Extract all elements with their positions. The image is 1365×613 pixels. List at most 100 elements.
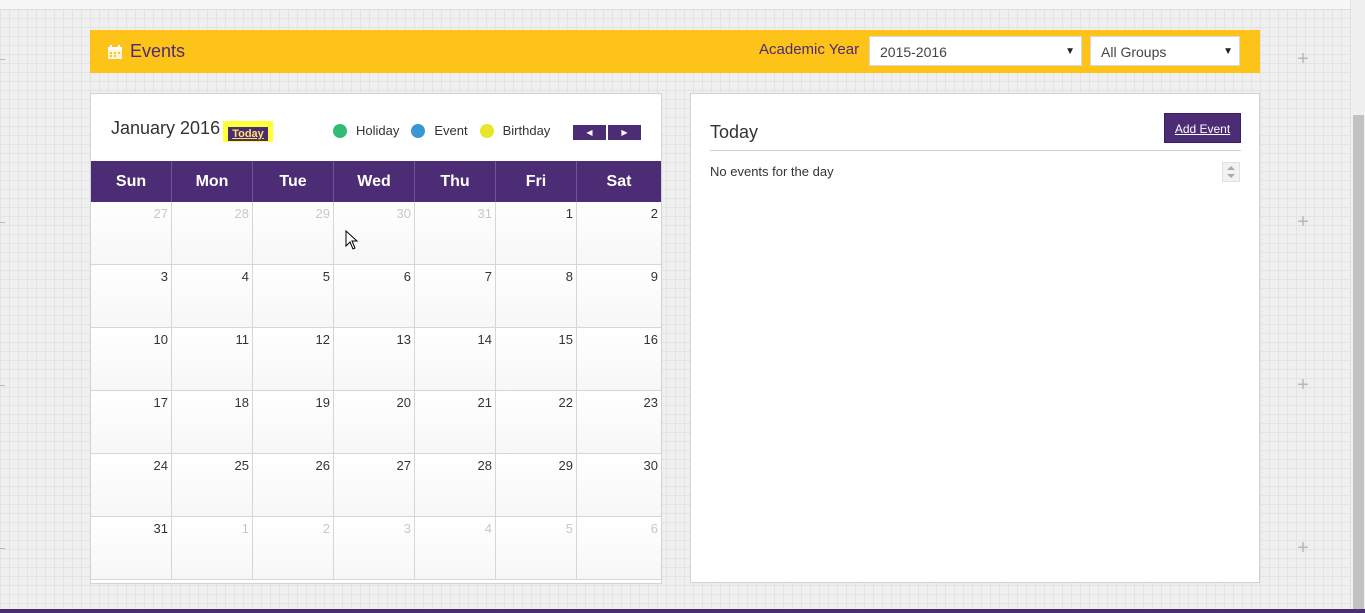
group-value: All Groups bbox=[1101, 44, 1167, 60]
legend-item: Birthday bbox=[479, 123, 550, 138]
bottom-edge bbox=[0, 609, 1365, 613]
calendar-day-other-month[interactable]: 4 bbox=[415, 517, 496, 579]
divider bbox=[710, 150, 1241, 151]
academic-year-select[interactable]: 2015-2016 ▼ bbox=[869, 36, 1082, 66]
event-legend: Holiday Event Birthday bbox=[333, 123, 562, 138]
spinner-down-icon[interactable] bbox=[1227, 174, 1235, 178]
calendar-day[interactable]: 23 bbox=[577, 391, 661, 453]
group-select[interactable]: All Groups ▼ bbox=[1090, 36, 1240, 66]
legend-dot-icon bbox=[411, 123, 426, 138]
calendar-day[interactable]: 25 bbox=[172, 454, 253, 516]
weekday-header: Mon bbox=[172, 161, 253, 202]
calendar-week-row: 31 1 2 3 4 5 6 bbox=[91, 517, 661, 580]
legend-label: Holiday bbox=[356, 123, 400, 138]
calendar-day[interactable]: 5 bbox=[253, 265, 334, 327]
calendar-day[interactable]: 21 bbox=[415, 391, 496, 453]
calendar-day-other-month[interactable]: 1 bbox=[172, 517, 253, 579]
legend-item: Holiday bbox=[333, 123, 399, 138]
calendar-day[interactable]: 12 bbox=[253, 328, 334, 390]
calendar-day[interactable]: 27 bbox=[334, 454, 415, 516]
calendar-day-other-month[interactable]: 28 bbox=[172, 202, 253, 264]
calendar-week-row: 3456789 bbox=[91, 265, 661, 328]
calendar-day[interactable]: 18 bbox=[172, 391, 253, 453]
legend-label: Event bbox=[434, 123, 468, 138]
calendar-day[interactable]: 28 bbox=[415, 454, 496, 516]
calendar-day[interactable]: 2 bbox=[577, 202, 661, 264]
calendar-day[interactable]: 24 bbox=[91, 454, 172, 516]
weekday-header: Sat bbox=[606, 173, 632, 190]
dropdown-caret-icon: ▼ bbox=[1065, 46, 1075, 57]
calendar-day[interactable]: 6 bbox=[334, 265, 415, 327]
calendar-day[interactable]: 16 bbox=[577, 328, 661, 390]
calendar-day[interactable]: 14 bbox=[415, 328, 496, 390]
top-edge bbox=[0, 0, 1350, 10]
calendar-day[interactable]: 20 bbox=[334, 391, 415, 453]
calendar-day-other-month[interactable]: 2 bbox=[253, 517, 334, 579]
calendar-day-other-month[interactable]: 31 bbox=[415, 202, 496, 264]
calendar-day[interactable]: 29 bbox=[496, 454, 577, 516]
calendar-day[interactable]: 31 bbox=[91, 517, 172, 579]
add-event-button[interactable]: Add Event bbox=[1164, 113, 1241, 143]
calendar-day[interactable]: 26 bbox=[253, 454, 334, 516]
calendar-icon bbox=[108, 44, 122, 59]
calendar-day[interactable]: 4 bbox=[172, 265, 253, 327]
legend-dot-icon bbox=[333, 123, 347, 138]
next-month-button[interactable]: ▶ bbox=[608, 125, 641, 140]
calendar-day-other-month[interactable]: 5 bbox=[496, 517, 577, 579]
calendar-week-row: 10 11 12 13 14 15 16 bbox=[91, 328, 661, 391]
month-navigation: ◀ ▶ bbox=[573, 125, 641, 140]
calendar-day[interactable]: 3 bbox=[91, 265, 172, 327]
empty-events-message: No events for the day bbox=[710, 164, 834, 179]
calendar-day[interactable]: 22 bbox=[496, 391, 577, 453]
calendar-panel: January 2016 Today Holiday Event Birthday … bbox=[90, 93, 662, 584]
today-button-label: Today bbox=[228, 127, 268, 141]
calendar-day-other-month[interactable]: 29 bbox=[253, 202, 334, 264]
calendar-day[interactable]: 19 bbox=[253, 391, 334, 453]
scroll-spinner[interactable] bbox=[1222, 162, 1240, 182]
edge-tick bbox=[0, 385, 5, 386]
calendar-day[interactable]: 11 bbox=[172, 328, 253, 390]
calendar-week-row: 17 18 19 20 21 22 23 bbox=[91, 391, 661, 454]
calendar-day[interactable]: 8 bbox=[496, 265, 577, 327]
weekday-header: Tue bbox=[253, 161, 334, 202]
weekday-header: Sun bbox=[91, 161, 172, 202]
calendar-day-other-month[interactable]: 6 bbox=[577, 517, 661, 579]
calendar-week-row: 24 25 26 27 28 29 30 bbox=[91, 454, 661, 517]
calendar-day[interactable]: 9 bbox=[577, 265, 661, 327]
calendar-day[interactable]: 30 bbox=[577, 454, 661, 516]
weekday-header: Wed bbox=[334, 161, 415, 202]
plus-icon: + bbox=[1297, 48, 1309, 70]
calendar-day-other-month[interactable]: 27 bbox=[91, 202, 172, 264]
calendar-day[interactable]: 17 bbox=[91, 391, 172, 453]
vertical-scrollbar[interactable] bbox=[1350, 0, 1365, 609]
scrollbar-thumb[interactable] bbox=[1353, 115, 1364, 609]
prev-month-button[interactable]: ◀ bbox=[573, 125, 606, 140]
calendar-weeks: 27 28 29 30 31 1 2 3 4 5 6 7 8 9 10 11 12 13 14 15 16 17 18 19 2… bbox=[91, 202, 661, 580]
spinner-up-icon[interactable] bbox=[1227, 166, 1235, 170]
events-header-bar: Events Academic Year 2015-2016 ▼ All Gro… bbox=[90, 30, 1260, 73]
calendar-day-other-month[interactable]: 3 bbox=[334, 517, 415, 579]
calendar-day[interactable]: 1 bbox=[496, 202, 577, 264]
mouse-cursor-icon bbox=[345, 229, 359, 255]
calendar-day[interactable]: 13 bbox=[334, 328, 415, 390]
edge-tick bbox=[0, 548, 5, 549]
plus-icon: + bbox=[1297, 374, 1309, 396]
weekday-header: Fri bbox=[496, 161, 577, 202]
page-title-text: Events bbox=[130, 41, 186, 61]
today-button[interactable]: Today bbox=[223, 121, 273, 142]
legend-item: Event bbox=[411, 123, 468, 138]
calendar-grid: Sun Mon Tue Wed Thu Fri Sat 27 28 29 30 31 1 2 3 4 5 6 7 8… bbox=[91, 161, 661, 580]
dropdown-caret-icon: ▼ bbox=[1223, 46, 1233, 57]
calendar-day[interactable]: 15 bbox=[496, 328, 577, 390]
calendar-day[interactable]: 10 bbox=[91, 328, 172, 390]
month-title: January 2016 bbox=[111, 118, 221, 138]
academic-year-value: 2015-2016 bbox=[880, 44, 947, 60]
today-events-panel: Today Add Event No events for the day bbox=[690, 93, 1260, 583]
plus-icon: + bbox=[1297, 537, 1309, 559]
edge-tick bbox=[0, 222, 5, 223]
calendar-week-row: 27 28 29 30 31 1 2 bbox=[91, 202, 661, 265]
weekday-header: Thu bbox=[415, 161, 496, 202]
plus-icon: + bbox=[1297, 211, 1309, 233]
calendar-day[interactable]: 7 bbox=[415, 265, 496, 327]
page-title: Events bbox=[108, 41, 185, 62]
